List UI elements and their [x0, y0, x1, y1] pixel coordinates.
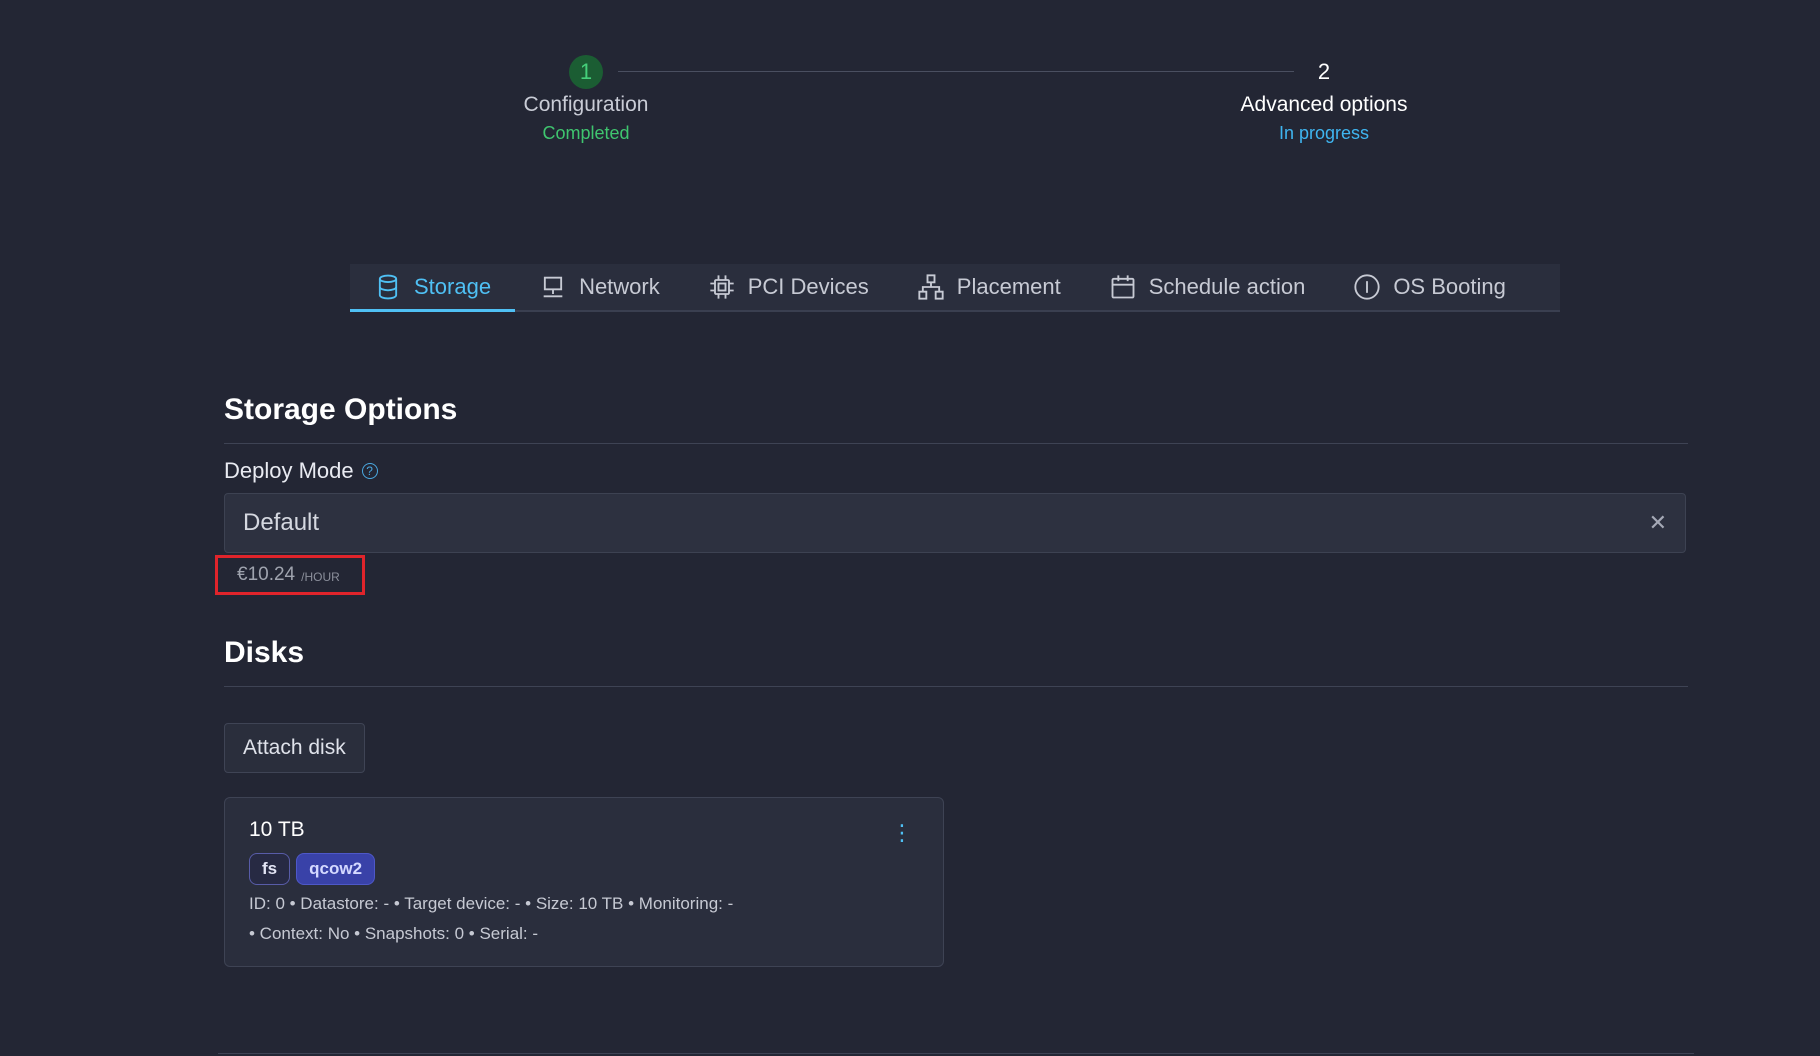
database-icon	[378, 274, 398, 300]
calendar-icon	[1111, 275, 1135, 299]
footer-divider	[218, 1053, 1694, 1054]
step-number-badge: 2	[1317, 59, 1331, 84]
step-configuration[interactable]: 1 Configuration Completed	[456, 55, 716, 144]
tab-label: Schedule action	[1148, 274, 1306, 299]
tab-label: Network	[579, 274, 660, 299]
price-unit: /HOUR	[301, 570, 340, 584]
step-number-badge: 1	[569, 55, 603, 89]
tab-label: Storage	[414, 274, 492, 299]
tab-placement[interactable]: Placement	[893, 264, 1085, 310]
disk-details-line-1: ID: 0 • Datastore: - • Target device: - …	[249, 894, 734, 913]
disk-tags: fs qcow2	[249, 853, 376, 885]
disk-size-title: 10 TB	[249, 818, 305, 841]
tab-label: Placement	[956, 274, 1061, 299]
deploy-mode-label: Deploy Mode ?	[224, 458, 378, 484]
filesystem-tag: fs	[249, 853, 291, 885]
tab-label: OS Booting	[1393, 274, 1506, 299]
tab-os-booting[interactable]: OS Booting	[1329, 264, 1530, 310]
stepper-connector	[618, 71, 1294, 72]
price-value: €10.24	[237, 564, 296, 585]
deploy-mode-value: Default	[243, 509, 320, 536]
price-indicator: €10.24 /HOUR	[215, 555, 365, 595]
tab-pci-devices[interactable]: PCI Devices	[684, 264, 893, 310]
storage-options-heading: Storage Options	[224, 393, 458, 426]
clear-icon[interactable]: ✕	[1649, 512, 1667, 534]
step-status: In progress	[1278, 123, 1370, 143]
step-advanced-options[interactable]: 2 Advanced options In progress	[1194, 55, 1454, 144]
disks-heading: Disks	[224, 636, 305, 669]
step-title: Advanced options	[1240, 93, 1408, 116]
help-icon[interactable]: ?	[361, 463, 378, 479]
hierarchy-icon	[918, 274, 944, 300]
section-divider	[224, 686, 1688, 687]
tab-network[interactable]: Network	[515, 264, 684, 310]
tab-schedule-action[interactable]: Schedule action	[1085, 264, 1330, 310]
attach-disk-button[interactable]: Attach disk	[224, 723, 365, 773]
deploy-mode-label-text: Deploy Mode	[224, 458, 354, 483]
advanced-options-tabs: Storage Network PCI Devices Placement Sc…	[350, 264, 1560, 312]
disk-details-line-2: • Context: No • Snapshots: 0 • Serial: -	[249, 924, 539, 943]
step-status: Completed	[542, 123, 630, 143]
more-options-icon[interactable]: ⋮	[891, 822, 913, 844]
info-icon	[1354, 274, 1380, 300]
tab-label: PCI Devices	[747, 274, 869, 299]
disk-card: 10 TB ⋮ fs qcow2 ID: 0 • Datastore: - • …	[224, 797, 944, 967]
step-title: Configuration	[523, 93, 649, 116]
section-divider	[224, 443, 1688, 444]
wizard-page: 1 Configuration Completed 2 Advanced opt…	[0, 0, 1820, 1056]
format-tag: qcow2	[296, 853, 376, 885]
network-icon	[543, 276, 563, 298]
tab-storage[interactable]: Storage	[350, 264, 516, 312]
chip-icon	[710, 275, 734, 299]
deploy-mode-select[interactable]: Default ✕	[224, 493, 1686, 553]
